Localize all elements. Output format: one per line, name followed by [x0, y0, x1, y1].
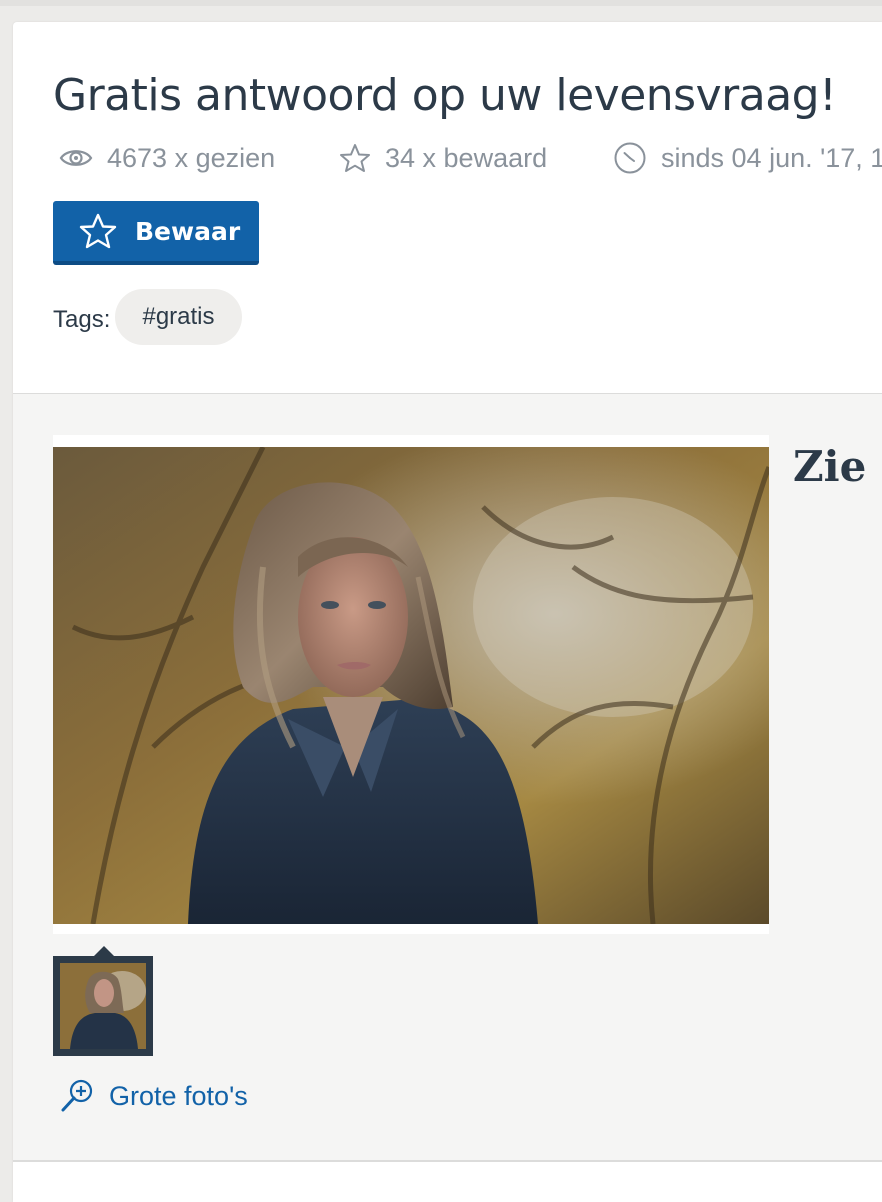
save-button-label: Bewaar — [135, 216, 241, 246]
main-photo-frame — [53, 435, 769, 934]
since-date: sinds 04 jun. '17, 1 — [661, 142, 882, 173]
zoom-in-icon — [61, 1079, 93, 1112]
tags-label: Tags: — [53, 306, 111, 333]
tag-chip[interactable]: #gratis — [115, 289, 242, 345]
gallery-section: Zie o Grote foto's — [13, 393, 882, 1162]
save-button[interactable]: Bewaar — [53, 201, 259, 265]
eye-icon — [59, 150, 93, 166]
photo-thumbnail[interactable] — [53, 946, 153, 1056]
top-border — [0, 0, 882, 6]
large-photos-label: Grote foto's — [109, 1080, 248, 1111]
thumbnail-pointer — [94, 946, 114, 956]
large-photos-link[interactable]: Grote foto's — [59, 1078, 248, 1114]
thumbnail-image — [60, 963, 146, 1049]
views-count: 4673 x gezien — [107, 142, 276, 173]
date-stat: sinds 04 jun. '17, 1 — [613, 140, 882, 176]
side-heading: Zie o — [793, 442, 882, 491]
star-icon — [79, 213, 117, 249]
clock-icon — [614, 142, 646, 174]
views-stat: 4673 x gezien — [59, 140, 275, 176]
saves-stat: 34 x bewaard — [339, 140, 547, 176]
main-photo[interactable] — [53, 447, 769, 924]
ad-card: Gratis antwoord op uw levensvraag! 4673 … — [13, 22, 882, 1202]
page-title: Gratis antwoord op uw levensvraag! — [53, 70, 837, 121]
star-outline-icon — [340, 144, 370, 172]
saves-count: 34 x bewaard — [385, 142, 548, 173]
